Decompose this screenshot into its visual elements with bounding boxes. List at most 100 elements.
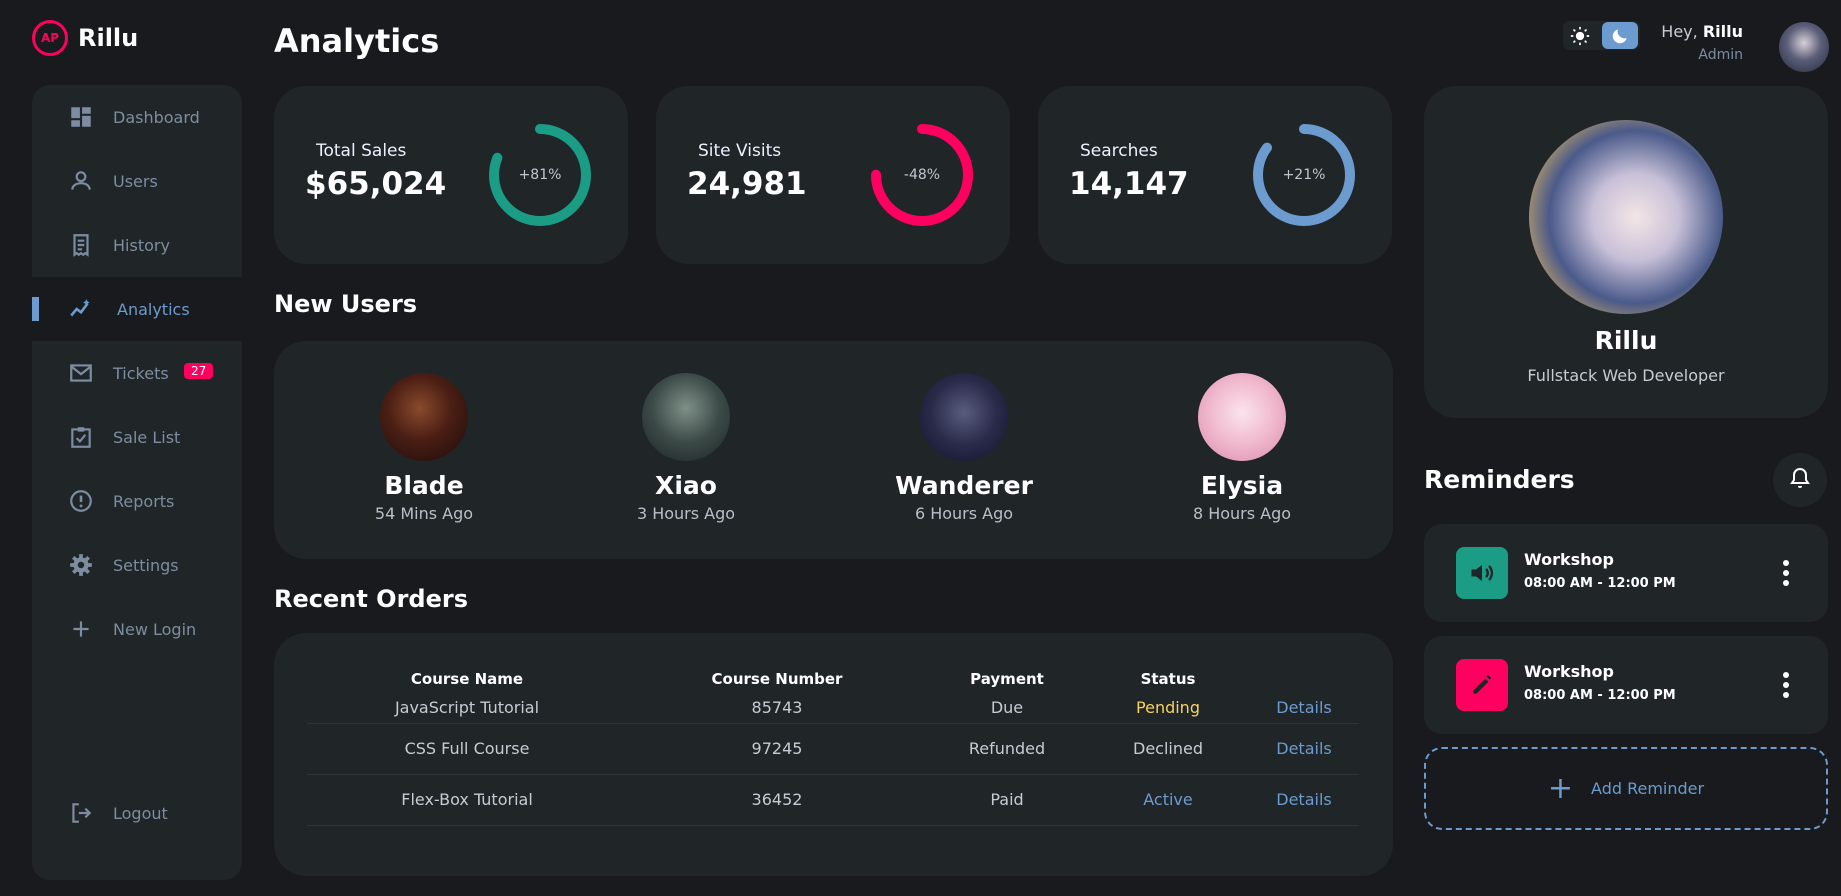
sidebar-item-sale-list[interactable]: Sale List <box>32 405 242 469</box>
new-users-card: Blade 54 Mins Ago Xiao 3 Hours Ago Wande… <box>274 341 1393 559</box>
table-header-row: Course Name Course Number Payment Status <box>307 665 1359 693</box>
user-name: Blade <box>384 471 464 500</box>
details-link[interactable]: Details <box>1249 693 1359 724</box>
column-header <box>1249 665 1359 693</box>
add-reminder-button[interactable]: + Add Reminder <box>1424 747 1828 830</box>
moon-icon[interactable] <box>1602 22 1638 49</box>
sun-icon[interactable] <box>1563 21 1597 50</box>
user-greeting: Hey, Rillu Admin <box>1660 22 1743 63</box>
sidebar-item-analytics[interactable]: Analytics <box>32 277 242 341</box>
tickets-count-badge: 27 <box>184 363 214 379</box>
course-number: 36452 <box>627 774 927 826</box>
user-card[interactable]: Xiao 3 Hours Ago <box>576 373 796 523</box>
sidebar-item-new-login[interactable]: New Login <box>32 597 242 661</box>
brand-name: Rillu <box>78 24 139 52</box>
user-name: Elysia <box>1200 471 1284 500</box>
page-title: Analytics <box>274 22 440 60</box>
avatar[interactable] <box>1779 22 1829 72</box>
reminder-name: Workshop <box>1524 662 1614 681</box>
stat-card-total-sales: Total Sales $65,024 +81% <box>274 86 628 264</box>
stat-label: Searches <box>1080 141 1158 161</box>
user-time: 8 Hours Ago <box>1192 504 1292 523</box>
report-icon <box>68 488 94 514</box>
column-header: Course Number <box>711 670 843 688</box>
sidebar-item-history[interactable]: History <box>32 213 242 277</box>
notifications-button[interactable] <box>1773 453 1827 507</box>
sidebar-item-label: Analytics <box>117 299 190 319</box>
user-time: 54 Mins Ago <box>374 504 474 523</box>
payment: Refunded <box>927 723 1087 775</box>
user-time: 6 Hours Ago <box>914 504 1014 523</box>
edit-icon <box>1456 659 1508 711</box>
details-link[interactable]: Details <box>1249 774 1359 826</box>
sidebar-item-label: Logout <box>113 803 168 823</box>
column-header: Status <box>1140 670 1196 688</box>
payment: Due <box>927 693 1087 724</box>
details-link[interactable]: Details <box>1249 723 1359 775</box>
add-reminder-label: Add Reminder <box>1591 779 1705 798</box>
profile-name: Rillu <box>1594 326 1658 355</box>
avatar <box>642 373 730 461</box>
new-users-title: New Users <box>274 290 418 318</box>
sidebar-item-settings[interactable]: Settings <box>32 533 242 597</box>
logout-icon <box>68 800 94 826</box>
stat-percentage: +21% <box>1282 167 1326 183</box>
stat-percentage: +81% <box>518 167 562 183</box>
sidebar-item-label: Tickets <box>113 363 169 383</box>
user-card[interactable]: Blade 54 Mins Ago <box>314 373 534 523</box>
stat-card-searches: Searches 14,147 +21% <box>1038 86 1392 264</box>
sidebar-item-label: Settings <box>113 555 179 575</box>
course-number: 85743 <box>627 693 927 724</box>
sidebar-item-tickets[interactable]: Tickets 27 <box>32 341 242 405</box>
volume-icon <box>1456 547 1508 599</box>
avatar <box>380 373 468 461</box>
stat-value: 14,147 <box>1069 166 1189 202</box>
more-vertical-icon[interactable] <box>1782 560 1790 586</box>
sidebar-item-label: New Login <box>113 619 197 639</box>
course-number: 97245 <box>627 723 927 775</box>
sidebar-item-logout[interactable]: Logout <box>32 781 242 845</box>
inventory-icon <box>68 424 94 450</box>
sidebar-item-label: Sale List <box>113 427 181 447</box>
theme-toggle[interactable] <box>1563 21 1640 50</box>
sidebar-item-label: History <box>113 235 170 255</box>
dashboard-icon <box>68 104 94 130</box>
reminder-item[interactable]: Workshop 08:00 AM - 12:00 PM <box>1424 636 1828 734</box>
recent-orders-title: Recent Orders <box>274 585 468 613</box>
stat-card-site-visits: Site Visits 24,981 -48% <box>656 86 1010 264</box>
user-card[interactable]: Elysia 8 Hours Ago <box>1132 373 1352 523</box>
sidebar-item-label: Dashboard <box>113 107 200 127</box>
reminder-time: 08:00 AM - 12:00 PM <box>1524 688 1676 703</box>
user-role: Admin <box>1698 47 1743 63</box>
recent-orders-card: Course Name Course Number Payment Status… <box>274 633 1393 876</box>
logo-mark-icon: AP <box>32 20 68 56</box>
sidebar-item-users[interactable]: Users <box>32 149 242 213</box>
plus-icon <box>68 616 94 642</box>
reminder-time: 08:00 AM - 12:00 PM <box>1524 576 1676 591</box>
reminder-item[interactable]: Workshop 08:00 AM - 12:00 PM <box>1424 524 1828 622</box>
user-name: Xiao <box>655 471 717 500</box>
stat-value: $65,024 <box>305 166 447 202</box>
avatar <box>1198 373 1286 461</box>
stat-value: 24,981 <box>687 166 807 202</box>
sidebar-item-dashboard[interactable]: Dashboard <box>32 85 242 149</box>
user-name: Wanderer <box>895 471 1033 500</box>
stat-label: Site Visits <box>698 141 782 161</box>
brand-logo[interactable]: AP Rillu <box>32 20 138 56</box>
avatar <box>920 373 1008 461</box>
course-name: Flex-Box Tutorial <box>307 774 627 826</box>
greeting-text: Hey, Rillu <box>1661 22 1743 41</box>
user-icon <box>68 168 94 194</box>
profile-avatar <box>1529 120 1723 314</box>
course-name: JavaScript Tutorial <box>307 693 627 724</box>
user-time: 3 Hours Ago <box>636 504 736 523</box>
column-header: Payment <box>970 670 1044 688</box>
user-card[interactable]: Wanderer 6 Hours Ago <box>854 373 1074 523</box>
table-row: CSS Full Course 97245 Refunded Declined … <box>307 723 1359 775</box>
stat-label: Total Sales <box>316 141 407 161</box>
sidebar-item-reports[interactable]: Reports <box>32 469 242 533</box>
status: Active <box>1087 774 1249 826</box>
more-vertical-icon[interactable] <box>1782 672 1790 698</box>
gear-icon <box>68 552 94 578</box>
profile-card: Rillu Fullstack Web Developer <box>1424 86 1828 418</box>
